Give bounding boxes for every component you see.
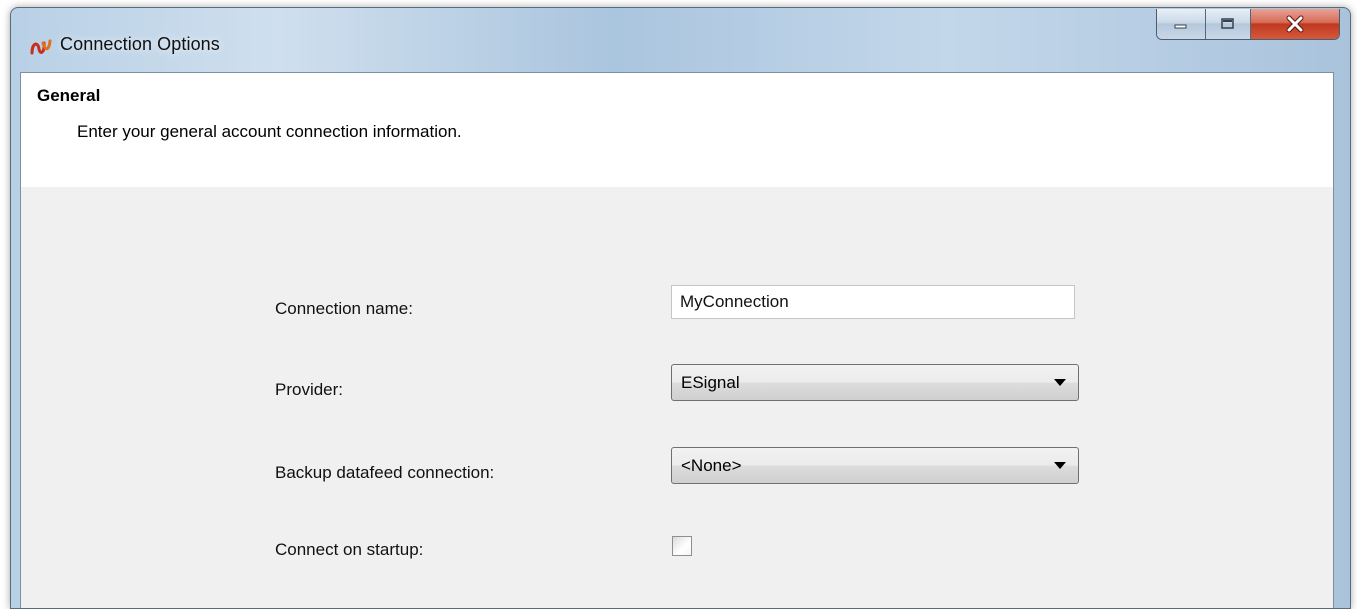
connect-on-startup-label: Connect on startup: [275,540,424,559]
chevron-down-icon [1054,379,1066,386]
section-title: General [37,86,101,105]
connect-on-startup-checkbox[interactable] [672,536,692,556]
title-bar[interactable]: Connection Options [11,8,1350,82]
app-logo-icon [30,39,52,55]
provider-dropdown[interactable]: ESignal [671,364,1079,401]
provider-label: Provider: [275,380,344,399]
backup-datafeed-label: Backup datafeed connection: [275,463,495,482]
dialog-content: General Enter your general account conne… [20,72,1334,608]
connection-name-label: Connection name: [275,299,413,318]
connection-name-input[interactable]: MyConnection [671,285,1075,319]
caption-buttons [1156,9,1340,40]
connection-options-window: Connection Options General Enter your ge… [10,7,1351,609]
provider-selected-value: ESignal [681,373,740,392]
close-icon [1286,15,1304,33]
minimize-icon [1174,24,1187,29]
section-header: General Enter your general account conne… [21,73,1333,187]
chevron-down-icon [1054,462,1066,469]
window-title: Connection Options [60,34,220,54]
backup-datafeed-dropdown[interactable]: <None> [671,447,1079,484]
section-description: Enter your general account connection in… [77,122,462,141]
maximize-button[interactable] [1206,9,1251,39]
maximize-icon [1221,18,1234,29]
backup-selected-value: <None> [681,456,742,475]
close-button[interactable] [1251,9,1339,39]
minimize-button[interactable] [1157,9,1206,39]
